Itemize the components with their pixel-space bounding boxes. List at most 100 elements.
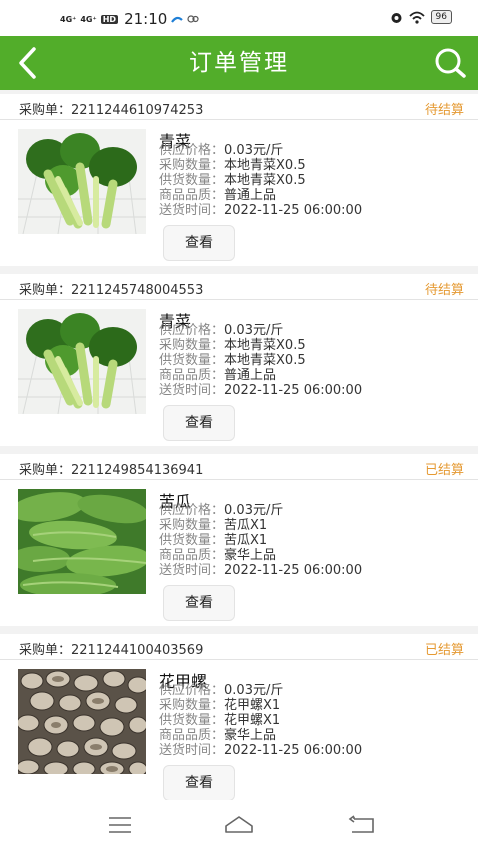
delivery-time-row-value: 2022-11-25 06:00:00	[224, 563, 363, 578]
purchase-qty-row-label: 采购数量：	[159, 338, 225, 353]
quality-row: 商品品质：普通上品	[159, 188, 276, 203]
signal-indicator-1: 4G⁺	[60, 14, 77, 24]
order-header: 采购单：2211244610974253 待结算	[0, 94, 478, 120]
supply-qty-row-value: 花甲螺X1	[224, 713, 281, 728]
app-bar: 订单管理	[0, 36, 478, 90]
price-row: 供应价格：0.03元/斤	[159, 683, 283, 698]
home-button[interactable]	[219, 812, 259, 838]
order-card[interactable]: 采购单：2211249854136941 已结算 苦瓜 供应价格：0.03元/斤采…	[0, 454, 478, 626]
order-number-label: 采购单：	[19, 643, 72, 658]
order-status-badge: 已结算	[424, 463, 464, 478]
supply-qty-row-value: 本地青菜X0.5	[224, 353, 306, 368]
order-status-badge: 待结算	[424, 103, 464, 118]
delivery-time-row: 送货时间：2022-11-25 06:00:00	[159, 203, 362, 218]
view-order-button[interactable]: 查看	[163, 765, 235, 801]
delivery-time-row-value: 2022-11-25 06:00:00	[224, 383, 363, 398]
price-row-label: 供应价格：	[159, 323, 225, 338]
supply-qty-row-label: 供货数量：	[159, 713, 225, 728]
delivery-time-row-value: 2022-11-25 06:00:00	[224, 203, 363, 218]
order-number-value: 2211244610974253	[71, 103, 204, 118]
price-row: 供应价格：0.03元/斤	[159, 323, 283, 338]
purchase-qty-row: 采购数量：本地青菜X0.5	[159, 158, 306, 173]
order-card[interactable]: 采购单：2211244100403569 已结算 花甲螺 供应价格：0.03元/斤…	[0, 634, 478, 806]
nav-back-button[interactable]	[340, 812, 380, 838]
order-header: 采购单：2211249854136941 已结算	[0, 454, 478, 480]
search-button[interactable]	[432, 45, 468, 81]
menu-button[interactable]	[100, 812, 140, 838]
wifi-icon	[408, 11, 425, 24]
price-row-value: 0.03元/斤	[224, 503, 284, 518]
chevron-left-icon	[19, 47, 36, 79]
signal-indicator-2: 4G⁺	[80, 14, 97, 24]
price-row: 供应价格：0.03元/斤	[159, 143, 283, 158]
view-order-button[interactable]: 查看	[163, 225, 235, 261]
status-left: 4G⁺ 4G⁺ HD 21:10	[60, 10, 199, 28]
supply-qty-row-value: 本地青菜X0.5	[224, 173, 306, 188]
order-number-value: 2211249854136941	[71, 463, 204, 478]
quality-row-value: 豪华上品	[224, 548, 277, 563]
purchase-qty-row-value: 本地青菜X0.5	[224, 158, 306, 173]
clams-photo[interactable]	[18, 669, 146, 774]
menu-icon	[109, 817, 131, 833]
view-order-button[interactable]: 查看	[163, 405, 235, 441]
order-status-badge: 已结算	[424, 643, 464, 658]
order-header: 采购单：2211245748004553 待结算	[0, 274, 478, 300]
purchase-qty-row-value: 花甲螺X1	[224, 698, 281, 713]
order-number-label: 采购单：	[19, 283, 72, 298]
order-card[interactable]: 采购单：2211245748004553 待结算 青菜 供应价格：0.03元/斤采…	[0, 274, 478, 446]
order-status-badge: 待结算	[424, 283, 464, 298]
delivery-time-row-label: 送货时间：	[159, 383, 225, 398]
notification-icon	[171, 16, 184, 23]
order-number-value: 2211245748004553	[71, 283, 204, 298]
delivery-time-row-label: 送货时间：	[159, 563, 225, 578]
view-order-button[interactable]: 查看	[163, 585, 235, 621]
supply-qty-row-label: 供货数量：	[159, 173, 225, 188]
price-row: 供应价格：0.03元/斤	[159, 503, 283, 518]
purchase-qty-row: 采购数量：苦瓜X1	[159, 518, 267, 533]
home-icon	[225, 816, 253, 833]
order-number: 采购单：2211249854136941	[19, 459, 203, 478]
bok-choy-photo[interactable]	[18, 129, 146, 234]
order-number: 采购单：2211245748004553	[19, 279, 203, 298]
purchase-qty-row-label: 采购数量：	[159, 518, 225, 533]
price-row-label: 供应价格：	[159, 143, 225, 158]
quality-row-value: 普通上品	[224, 188, 277, 203]
status-bar: 4G⁺ 4G⁺ HD 21:10 96	[0, 0, 478, 36]
purchase-qty-row: 采购数量：本地青菜X0.5	[159, 338, 306, 353]
supply-qty-row: 供货数量：花甲螺X1	[159, 713, 280, 728]
page-title: 订单管理	[189, 50, 289, 76]
search-icon	[435, 48, 466, 78]
delivery-time-row: 送货时间：2022-11-25 06:00:00	[159, 743, 362, 758]
price-row-value: 0.03元/斤	[224, 323, 284, 338]
purchase-qty-row: 采购数量：花甲螺X1	[159, 698, 280, 713]
price-row-value: 0.03元/斤	[224, 143, 284, 158]
back-icon	[348, 815, 374, 833]
quality-row-label: 商品品质：	[159, 728, 225, 743]
supply-qty-row-label: 供货数量：	[159, 533, 225, 548]
supply-qty-row-label: 供货数量：	[159, 353, 225, 368]
delivery-time-row: 送货时间：2022-11-25 06:00:00	[159, 383, 362, 398]
back-button[interactable]	[12, 45, 46, 81]
supply-qty-row: 供货数量：苦瓜X1	[159, 533, 267, 548]
order-number-label: 采购单：	[19, 463, 72, 478]
order-number-label: 采购单：	[19, 103, 72, 118]
supply-qty-row: 供货数量：本地青菜X0.5	[159, 173, 306, 188]
supply-qty-row-value: 苦瓜X1	[224, 533, 268, 548]
delivery-time-row-value: 2022-11-25 06:00:00	[224, 743, 363, 758]
purchase-qty-row-value: 苦瓜X1	[224, 518, 268, 533]
supply-qty-row: 供货数量：本地青菜X0.5	[159, 353, 306, 368]
hd-badge: HD	[100, 14, 119, 24]
purchase-qty-row-label: 采购数量：	[159, 698, 225, 713]
status-right: 96	[390, 10, 452, 24]
order-card[interactable]: 采购单：2211244610974253 待结算 青菜 供应价格：0.03元/斤采…	[0, 94, 478, 266]
purchase-qty-row-value: 本地青菜X0.5	[224, 338, 306, 353]
quality-row-label: 商品品质：	[159, 548, 225, 563]
quality-row-value: 豪华上品	[224, 728, 277, 743]
delivery-time-row: 送货时间：2022-11-25 06:00:00	[159, 563, 362, 578]
quality-row-label: 商品品质：	[159, 188, 225, 203]
order-number: 采购单：2211244610974253	[19, 99, 203, 118]
bitter-melon-photo[interactable]	[18, 489, 146, 594]
bok-choy-photo[interactable]	[18, 309, 146, 414]
system-nav-bar	[0, 800, 478, 850]
delivery-time-row-label: 送货时间：	[159, 203, 225, 218]
